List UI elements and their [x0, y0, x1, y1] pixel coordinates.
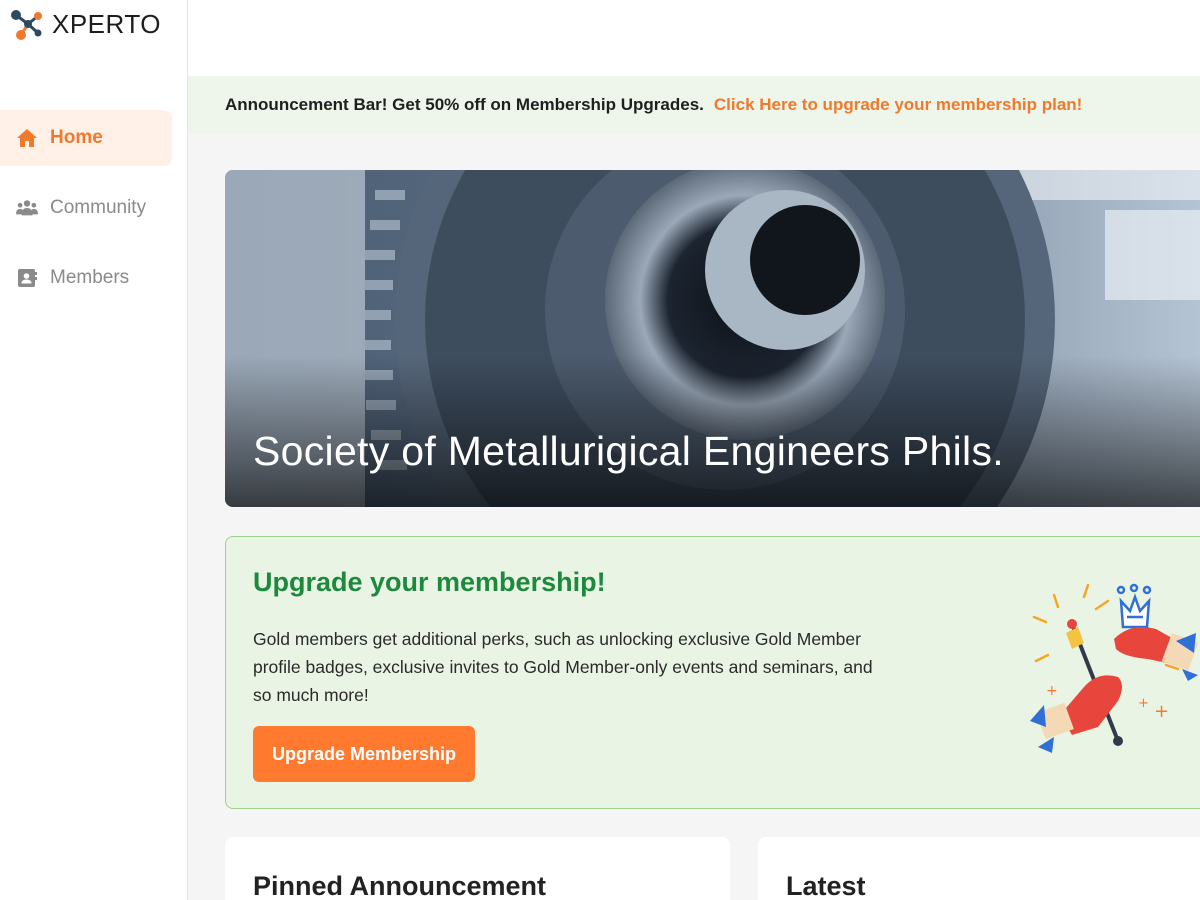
hero-banner: Society of Metallurigical Engineers Phil…: [225, 170, 1200, 507]
top-bar: [188, 0, 1200, 76]
sidebar-nav: Home Community Members: [0, 110, 188, 320]
logo[interactable]: XPERTO: [8, 6, 161, 42]
sidebar-item-label: Home: [50, 127, 103, 148]
sidebar: XPERTO Home Community Members: [0, 0, 188, 900]
pinned-announcement-title: Pinned Announcement: [253, 871, 547, 900]
sidebar-item-label: Community: [50, 197, 147, 218]
sidebar-item-home[interactable]: Home: [0, 110, 172, 166]
sidebar-item-members[interactable]: Members: [0, 250, 172, 306]
main-content: Announcement Bar! Get 50% off on Members…: [188, 0, 1200, 900]
svg-text:+: +: [1046, 683, 1058, 699]
logo-text: XPERTO: [52, 8, 161, 39]
upgrade-membership-card: Upgrade your membership! Gold members ge…: [225, 536, 1200, 809]
community-icon: [16, 197, 38, 219]
home-icon: [16, 127, 38, 149]
sidebar-item-community[interactable]: Community: [0, 180, 172, 236]
svg-text:+: +: [1154, 701, 1169, 722]
xperto-logo-icon: [8, 6, 44, 42]
latest-card: Latest: [758, 837, 1200, 900]
hero-title: Society of Metallurigical Engineers Phil…: [253, 428, 1004, 474]
upgrade-plan-link[interactable]: Click Here to upgrade your membership pl…: [714, 95, 1082, 115]
members-icon: [16, 267, 38, 289]
upgrade-title: Upgrade your membership!: [253, 567, 606, 597]
announcement-bar: Announcement Bar! Get 50% off on Members…: [188, 76, 1200, 134]
announcement-text: Announcement Bar! Get 50% off on Members…: [225, 95, 704, 114]
svg-text:+: +: [1138, 696, 1149, 711]
celebration-illustration: + + + +: [1030, 583, 1199, 753]
upgrade-membership-button[interactable]: Upgrade Membership: [253, 726, 476, 782]
pinned-announcement-card: Pinned Announcement: [225, 837, 730, 900]
sidebar-item-label: Members: [50, 267, 130, 288]
upgrade-description: Gold members get additional perks, such …: [253, 629, 873, 705]
latest-title: Latest: [786, 871, 866, 900]
